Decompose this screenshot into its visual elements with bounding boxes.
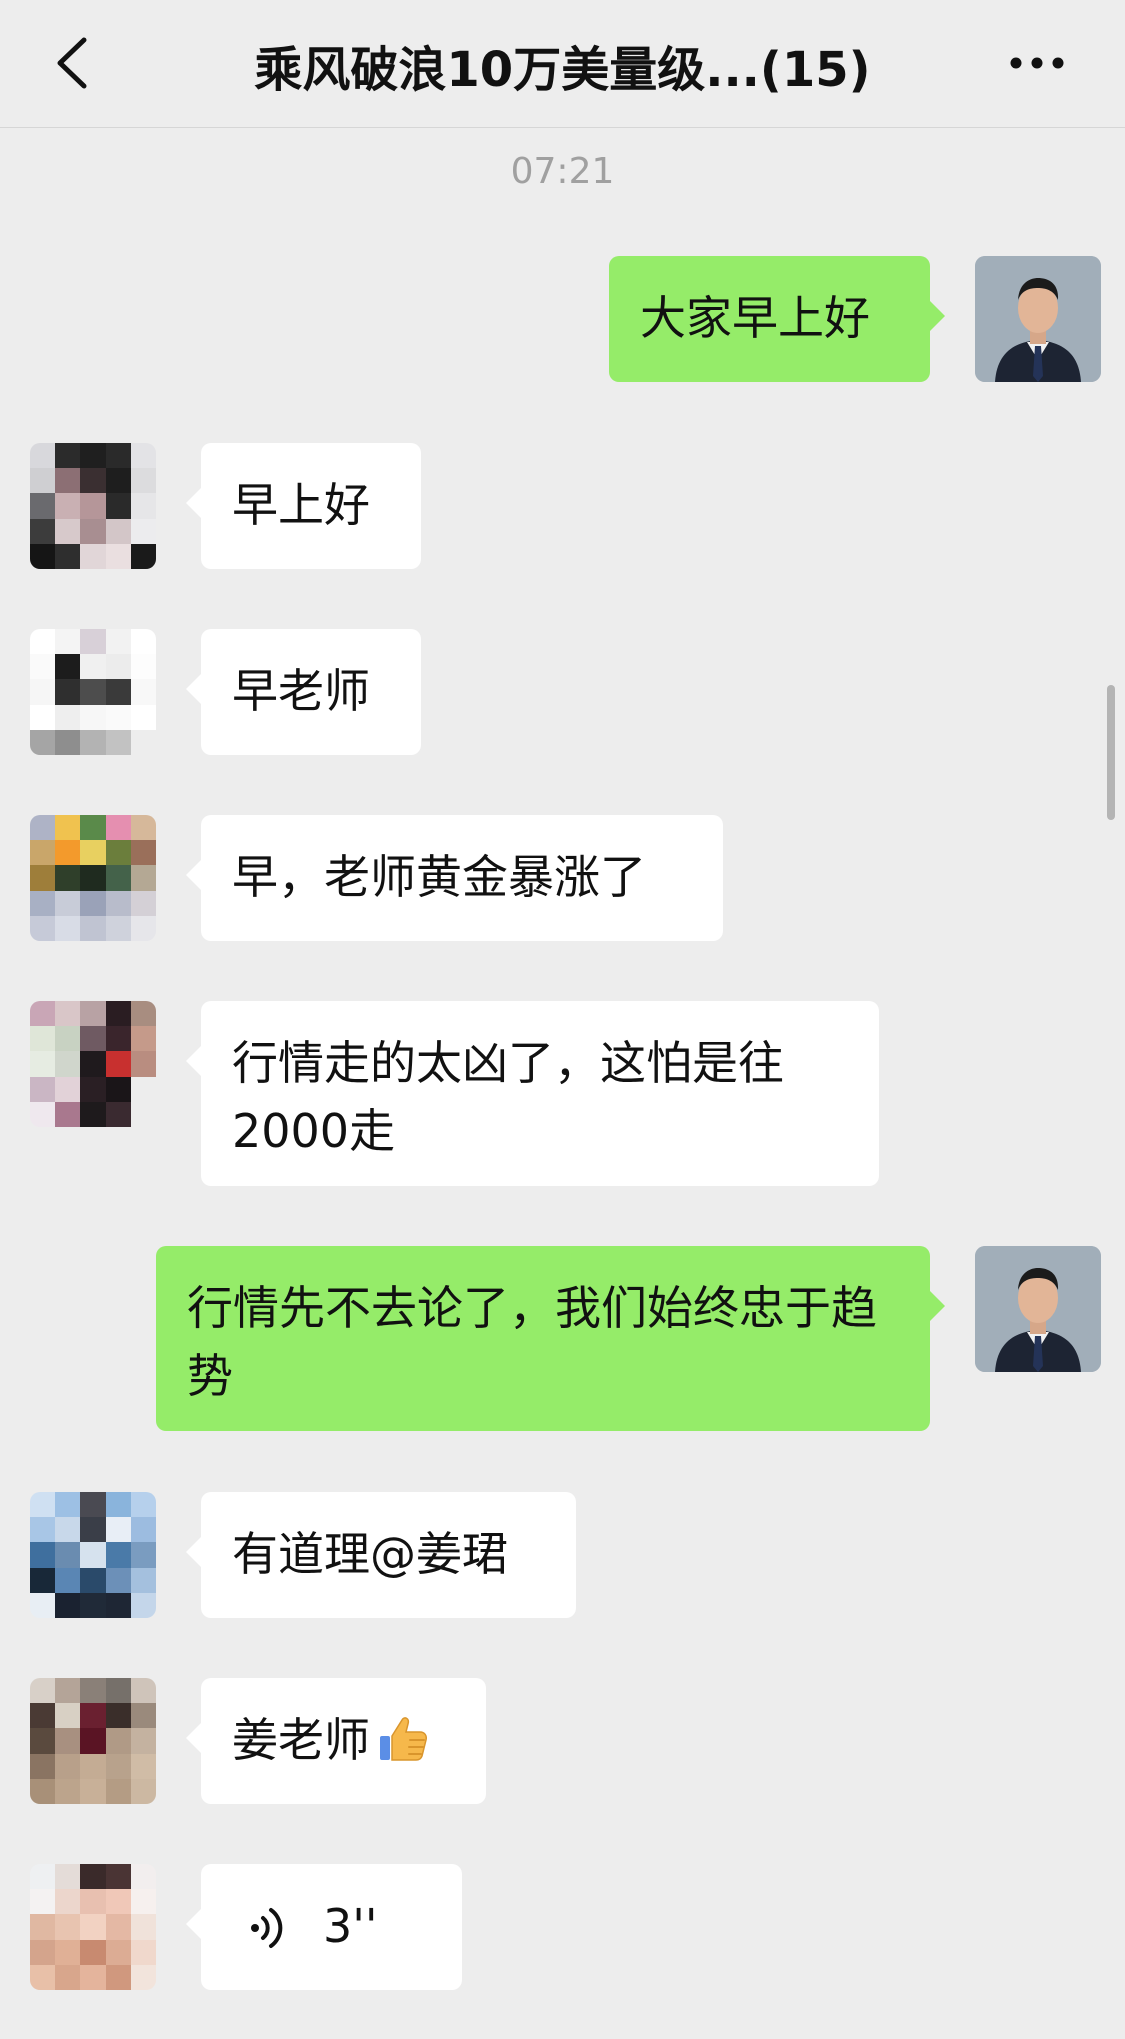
ellipsis-icon[interactable] [1009, 56, 1065, 70]
pixelated-avatar [30, 815, 156, 941]
avatar[interactable] [30, 1864, 156, 1990]
avatar[interactable] [30, 815, 156, 941]
avatar[interactable] [30, 1492, 156, 1618]
thumbs-up-icon [380, 1717, 427, 1761]
message-text: 早，老师黄金暴涨了 [232, 850, 646, 904]
message-bubble[interactable]: 姜老师 [186, 1678, 486, 1804]
message-bubble[interactable]: 行情走的太凶了，这怕是往2000走 [186, 1001, 879, 1186]
message-text: 大家早上好 [640, 291, 870, 345]
avatar[interactable] [975, 1246, 1101, 1372]
message-bubble[interactable]: 行情先不去论了，我们始终忠于趋势 [156, 1246, 945, 1431]
message-text: 姜老师 [232, 1713, 370, 1767]
message-bubble[interactable]: 早老师 [186, 629, 421, 755]
chat-title[interactable]: 乘风破浪10万美量级...(15) [150, 30, 975, 100]
pixelated-avatar [30, 1001, 156, 1127]
message-bubble[interactable]: 大家早上好 [609, 256, 945, 382]
pixelated-avatar [30, 629, 156, 755]
message-bubble[interactable]: 有道理@姜珺 [186, 1492, 576, 1618]
message-text: 有道理@姜珺 [232, 1527, 508, 1581]
message-bubble[interactable]: 早上好 [186, 443, 421, 569]
scrollbar[interactable] [1107, 685, 1115, 820]
pixelated-avatar [30, 443, 156, 569]
pixelated-avatar [30, 1492, 156, 1618]
avatar[interactable] [30, 1678, 156, 1804]
voice-message-bubble[interactable]: 3'' [186, 1864, 462, 1990]
avatar[interactable] [30, 443, 156, 569]
message-bubble[interactable]: 早，老师黄金暴涨了 [186, 815, 723, 941]
chat-header: 乘风破浪10万美量级...(15) [0, 0, 1125, 128]
pixelated-avatar [30, 1678, 156, 1804]
avatar[interactable] [30, 629, 156, 755]
voice-wave-icon [251, 1908, 283, 1948]
teacher-portrait [975, 256, 1101, 382]
message-text: 行情走的太凶了，这怕是往2000走 [232, 1036, 784, 1158]
avatar[interactable] [975, 256, 1101, 382]
message-text: 行情先不去论了，我们始终忠于趋势 [187, 1281, 877, 1403]
avatar[interactable] [30, 1001, 156, 1127]
chevron-left-icon[interactable] [50, 34, 96, 92]
message-timestamp: 07:21 [510, 151, 615, 192]
voice-duration: 3'' [323, 1899, 378, 1953]
pixelated-avatar [30, 1864, 156, 1990]
teacher-portrait [975, 1246, 1101, 1372]
message-text: 早上好 [232, 478, 370, 532]
message-text: 早老师 [232, 664, 370, 718]
